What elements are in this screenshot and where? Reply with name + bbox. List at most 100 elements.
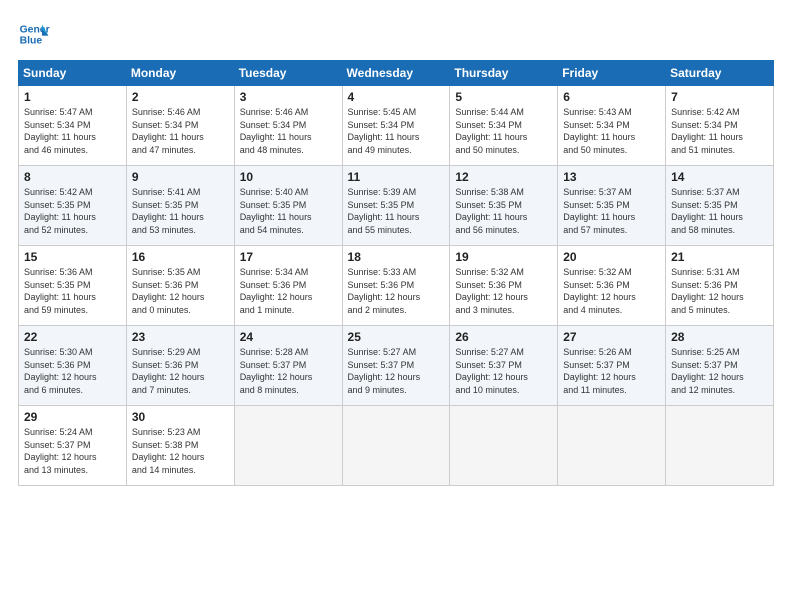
day-number: 2	[132, 90, 229, 104]
day-info: Sunrise: 5:29 AM Sunset: 5:36 PM Dayligh…	[132, 346, 229, 396]
day-info: Sunrise: 5:24 AM Sunset: 5:37 PM Dayligh…	[24, 426, 121, 476]
day-info: Sunrise: 5:37 AM Sunset: 5:35 PM Dayligh…	[563, 186, 660, 236]
calendar-cell: 15 Sunrise: 5:36 AM Sunset: 5:35 PM Dayli…	[19, 246, 127, 326]
calendar-cell	[666, 406, 774, 486]
day-info: Sunrise: 5:26 AM Sunset: 5:37 PM Dayligh…	[563, 346, 660, 396]
day-info: Sunrise: 5:32 AM Sunset: 5:36 PM Dayligh…	[563, 266, 660, 316]
day-number: 6	[563, 90, 660, 104]
day-number: 25	[348, 330, 445, 344]
calendar-cell: 30 Sunrise: 5:23 AM Sunset: 5:38 PM Dayli…	[126, 406, 234, 486]
day-info: Sunrise: 5:27 AM Sunset: 5:37 PM Dayligh…	[348, 346, 445, 396]
logo-icon: General Blue	[18, 18, 50, 50]
day-info: Sunrise: 5:30 AM Sunset: 5:36 PM Dayligh…	[24, 346, 121, 396]
weekday-header-saturday: Saturday	[666, 61, 774, 86]
calendar-cell: 26 Sunrise: 5:27 AM Sunset: 5:37 PM Dayli…	[450, 326, 558, 406]
day-number: 12	[455, 170, 552, 184]
day-number: 21	[671, 250, 768, 264]
calendar-table: SundayMondayTuesdayWednesdayThursdayFrid…	[18, 60, 774, 486]
calendar-cell: 27Sunrise: 5:26 AM Sunset: 5:37 PM Dayli…	[558, 326, 666, 406]
calendar-cell: 21 Sunrise: 5:31 AM Sunset: 5:36 PM Dayli…	[666, 246, 774, 326]
calendar-cell: 7 Sunrise: 5:42 AM Sunset: 5:34 PM Daylig…	[666, 86, 774, 166]
calendar-cell: 25 Sunrise: 5:27 AM Sunset: 5:37 PM Dayli…	[342, 326, 450, 406]
day-number: 4	[348, 90, 445, 104]
day-number: 22	[24, 330, 121, 344]
day-info: Sunrise: 5:38 AM Sunset: 5:35 PM Dayligh…	[455, 186, 552, 236]
calendar-cell: 4 Sunrise: 5:45 AM Sunset: 5:34 PM Daylig…	[342, 86, 450, 166]
calendar-cell: 14 Sunrise: 5:37 AM Sunset: 5:35 PM Dayli…	[666, 166, 774, 246]
day-number: 13	[563, 170, 660, 184]
day-info: Sunrise: 5:42 AM Sunset: 5:34 PM Dayligh…	[671, 106, 768, 156]
day-number: 26	[455, 330, 552, 344]
day-number: 9	[132, 170, 229, 184]
calendar-cell: 2 Sunrise: 5:46 AM Sunset: 5:34 PM Daylig…	[126, 86, 234, 166]
weekday-header-monday: Monday	[126, 61, 234, 86]
day-number: 1	[24, 90, 121, 104]
day-info: Sunrise: 5:28 AM Sunset: 5:37 PM Dayligh…	[240, 346, 337, 396]
day-info: Sunrise: 5:40 AM Sunset: 5:35 PM Dayligh…	[240, 186, 337, 236]
day-info: Sunrise: 5:32 AM Sunset: 5:36 PM Dayligh…	[455, 266, 552, 316]
day-number: 17	[240, 250, 337, 264]
day-info: Sunrise: 5:34 AM Sunset: 5:36 PM Dayligh…	[240, 266, 337, 316]
calendar-cell: 22 Sunrise: 5:30 AM Sunset: 5:36 PM Dayli…	[19, 326, 127, 406]
weekday-header-tuesday: Tuesday	[234, 61, 342, 86]
calendar-cell: 5 Sunrise: 5:44 AM Sunset: 5:34 PM Daylig…	[450, 86, 558, 166]
weekday-header-wednesday: Wednesday	[342, 61, 450, 86]
calendar-cell	[558, 406, 666, 486]
day-info: Sunrise: 5:36 AM Sunset: 5:35 PM Dayligh…	[24, 266, 121, 316]
day-number: 24	[240, 330, 337, 344]
day-number: 3	[240, 90, 337, 104]
calendar-cell: 20 Sunrise: 5:32 AM Sunset: 5:36 PM Dayli…	[558, 246, 666, 326]
day-number: 18	[348, 250, 445, 264]
day-info: Sunrise: 5:35 AM Sunset: 5:36 PM Dayligh…	[132, 266, 229, 316]
calendar-cell: 10 Sunrise: 5:40 AM Sunset: 5:35 PM Dayli…	[234, 166, 342, 246]
calendar-cell: 17 Sunrise: 5:34 AM Sunset: 5:36 PM Dayli…	[234, 246, 342, 326]
calendar-cell: 3 Sunrise: 5:46 AM Sunset: 5:34 PM Daylig…	[234, 86, 342, 166]
calendar-cell: 11 Sunrise: 5:39 AM Sunset: 5:35 PM Dayli…	[342, 166, 450, 246]
calendar-cell: 23Sunrise: 5:29 AM Sunset: 5:36 PM Dayli…	[126, 326, 234, 406]
calendar-cell: 13 Sunrise: 5:37 AM Sunset: 5:35 PM Dayli…	[558, 166, 666, 246]
svg-text:Blue: Blue	[20, 36, 43, 47]
weekday-header-sunday: Sunday	[19, 61, 127, 86]
calendar-cell: 8 Sunrise: 5:42 AM Sunset: 5:35 PM Daylig…	[19, 166, 127, 246]
day-number: 28	[671, 330, 768, 344]
day-info: Sunrise: 5:45 AM Sunset: 5:34 PM Dayligh…	[348, 106, 445, 156]
day-info: Sunrise: 5:43 AM Sunset: 5:34 PM Dayligh…	[563, 106, 660, 156]
day-number: 20	[563, 250, 660, 264]
calendar-cell: 12 Sunrise: 5:38 AM Sunset: 5:35 PM Dayli…	[450, 166, 558, 246]
calendar-cell	[450, 406, 558, 486]
day-number: 30	[132, 410, 229, 424]
day-info: Sunrise: 5:44 AM Sunset: 5:34 PM Dayligh…	[455, 106, 552, 156]
calendar-cell: 29 Sunrise: 5:24 AM Sunset: 5:37 PM Dayli…	[19, 406, 127, 486]
logo: General Blue	[18, 18, 50, 50]
day-number: 5	[455, 90, 552, 104]
day-info: Sunrise: 5:42 AM Sunset: 5:35 PM Dayligh…	[24, 186, 121, 236]
day-number: 15	[24, 250, 121, 264]
day-info: Sunrise: 5:46 AM Sunset: 5:34 PM Dayligh…	[132, 106, 229, 156]
day-info: Sunrise: 5:27 AM Sunset: 5:37 PM Dayligh…	[455, 346, 552, 396]
calendar-cell: 9 Sunrise: 5:41 AM Sunset: 5:35 PM Daylig…	[126, 166, 234, 246]
day-info: Sunrise: 5:33 AM Sunset: 5:36 PM Dayligh…	[348, 266, 445, 316]
day-info: Sunrise: 5:37 AM Sunset: 5:35 PM Dayligh…	[671, 186, 768, 236]
calendar-cell	[234, 406, 342, 486]
day-number: 16	[132, 250, 229, 264]
calendar-cell: 19 Sunrise: 5:32 AM Sunset: 5:36 PM Dayli…	[450, 246, 558, 326]
day-number: 10	[240, 170, 337, 184]
calendar-cell: 1 Sunrise: 5:47 AM Sunset: 5:34 PM Daylig…	[19, 86, 127, 166]
day-info: Sunrise: 5:31 AM Sunset: 5:36 PM Dayligh…	[671, 266, 768, 316]
day-number: 8	[24, 170, 121, 184]
day-number: 19	[455, 250, 552, 264]
calendar-cell: 28Sunrise: 5:25 AM Sunset: 5:37 PM Dayli…	[666, 326, 774, 406]
day-info: Sunrise: 5:46 AM Sunset: 5:34 PM Dayligh…	[240, 106, 337, 156]
day-info: Sunrise: 5:47 AM Sunset: 5:34 PM Dayligh…	[24, 106, 121, 156]
weekday-header-friday: Friday	[558, 61, 666, 86]
day-info: Sunrise: 5:41 AM Sunset: 5:35 PM Dayligh…	[132, 186, 229, 236]
day-info: Sunrise: 5:39 AM Sunset: 5:35 PM Dayligh…	[348, 186, 445, 236]
day-number: 14	[671, 170, 768, 184]
day-number: 7	[671, 90, 768, 104]
calendar-cell: 6 Sunrise: 5:43 AM Sunset: 5:34 PM Daylig…	[558, 86, 666, 166]
day-number: 11	[348, 170, 445, 184]
day-number: 29	[24, 410, 121, 424]
calendar-cell: 18 Sunrise: 5:33 AM Sunset: 5:36 PM Dayli…	[342, 246, 450, 326]
day-info: Sunrise: 5:23 AM Sunset: 5:38 PM Dayligh…	[132, 426, 229, 476]
calendar-cell	[342, 406, 450, 486]
